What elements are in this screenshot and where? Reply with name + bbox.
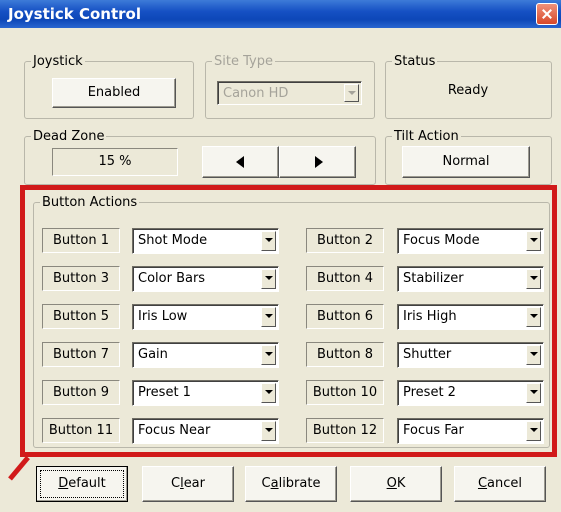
status-value: Ready (447, 83, 489, 98)
highlight-pointer-line (8, 455, 30, 481)
joystick-legend: Joystick (33, 54, 83, 69)
chevron-down-icon (344, 84, 359, 102)
joystick-control-window: Joystick Control Joystick Enabled Site T… (0, 0, 561, 512)
joystick-enabled-button[interactable]: Enabled (52, 78, 176, 108)
default-button[interactable]: Default (36, 466, 128, 502)
triangle-right-icon (315, 156, 323, 168)
title-bar: Joystick Control (0, 0, 561, 28)
close-icon[interactable] (536, 3, 558, 25)
dead-zone-increase-button[interactable] (279, 146, 356, 178)
status-legend: Status (394, 54, 436, 69)
tilt-action-legend: Tilt Action (394, 129, 459, 144)
window-title: Joystick Control (8, 5, 142, 23)
dead-zone-legend: Dead Zone (33, 129, 105, 144)
site-type-legend: Site Type (214, 54, 273, 69)
cancel-button[interactable]: Cancel (454, 466, 546, 502)
site-type-value: Canon HD (223, 86, 289, 101)
dead-zone-decrease-button[interactable] (202, 146, 279, 178)
tilt-action-button[interactable]: Normal (402, 146, 530, 178)
dead-zone-value: 15 % (52, 148, 178, 176)
triangle-left-icon (236, 156, 244, 168)
calibrate-button[interactable]: Calibrate (245, 466, 337, 502)
site-type-select[interactable]: Canon HD (217, 81, 362, 105)
ok-button[interactable]: OK (350, 466, 442, 502)
clear-button[interactable]: Clear (142, 466, 234, 502)
highlight-box (20, 185, 557, 457)
